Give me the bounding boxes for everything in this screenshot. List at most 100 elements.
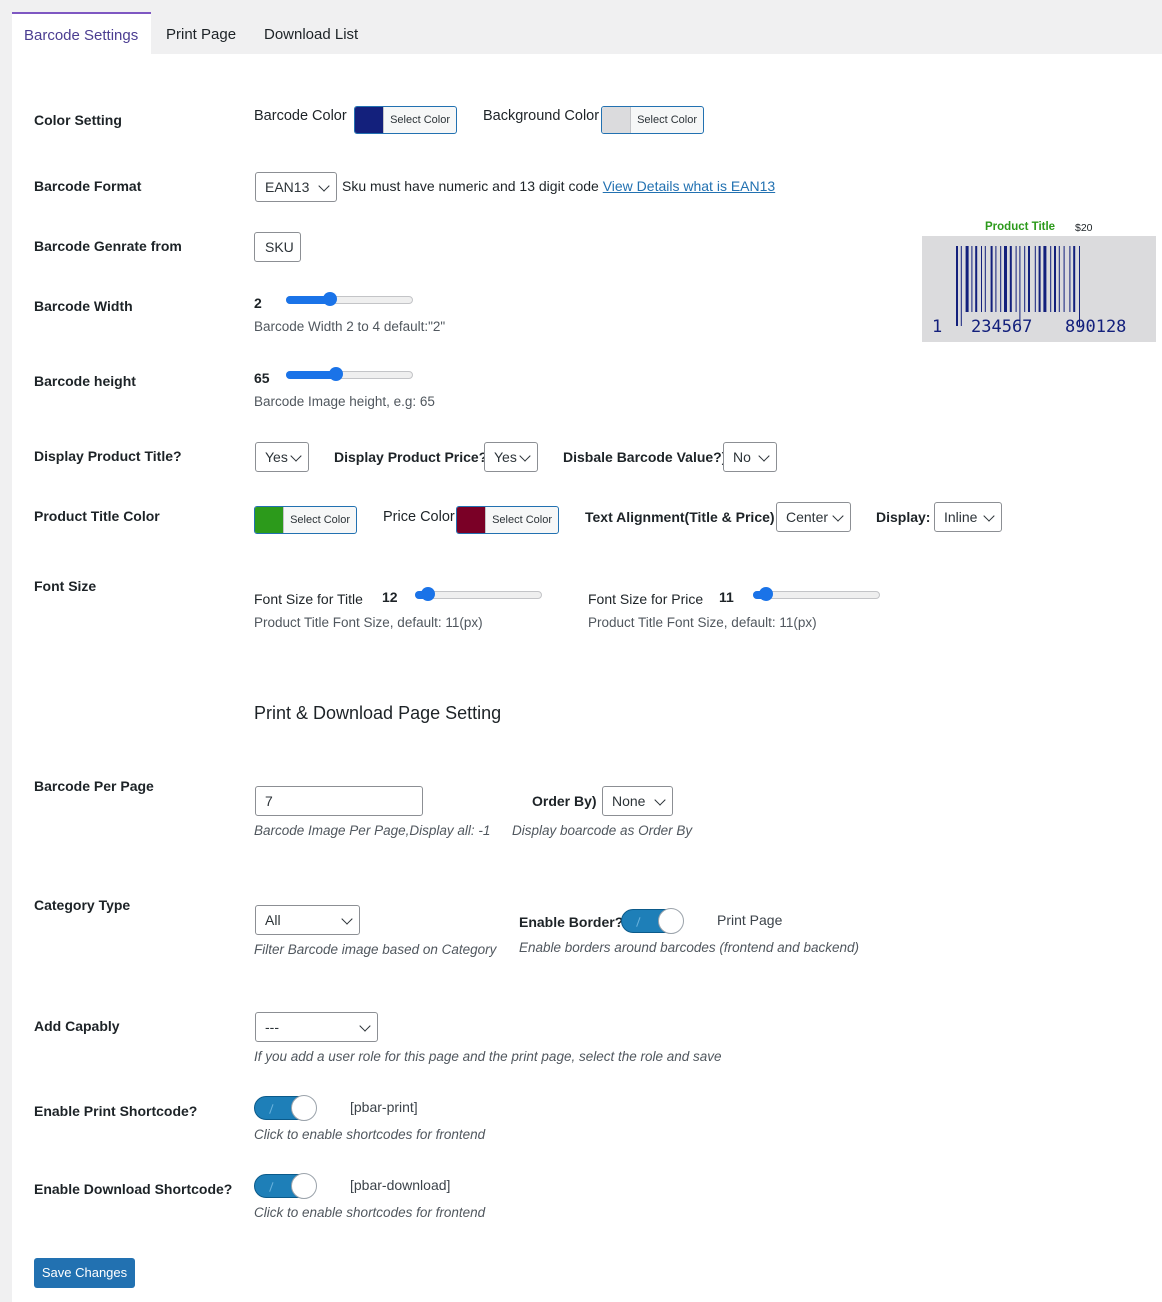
order-by-label: Order By) <box>532 793 597 809</box>
select-color-label: Select Color <box>637 114 697 126</box>
chevron-down-icon <box>341 913 353 925</box>
price-color-swatch <box>457 507 487 533</box>
price-font-size-label: Font Size for Price <box>588 591 704 607</box>
disable-barcode-value-select[interactable]: No <box>723 442 777 472</box>
ean13-details-link[interactable]: View Details what is EAN13 <box>603 178 775 194</box>
barcode-bar <box>1058 246 1060 312</box>
barcode-bar <box>1034 246 1036 312</box>
product-title-color-label: Product Title Color <box>34 508 160 524</box>
slider-thumb[interactable] <box>420 587 435 601</box>
preview-product-price: $20 <box>1075 222 1093 234</box>
title-color-button[interactable]: Select Color <box>254 506 357 534</box>
text-alignment-label: Text Alignment(Title & Price) <box>585 509 775 525</box>
barcode-width-slider[interactable] <box>286 288 413 312</box>
print-shortcode-label: Enable Print Shortcode? <box>34 1103 198 1119</box>
category-type-select[interactable]: All <box>255 905 360 935</box>
barcode-bar <box>1024 246 1026 312</box>
barcode-height-label: Barcode height <box>34 373 136 389</box>
display-title-label: Display Product Title? <box>34 448 182 464</box>
barcode-height-value: 65 <box>254 370 270 386</box>
barcode-width-label: Barcode Width <box>34 298 133 314</box>
barcode-color-label: Barcode Color <box>254 108 347 124</box>
barcode-height-desc: Barcode Image height, e.g: 65 <box>254 394 435 409</box>
title-font-size-label: Font Size for Title <box>254 591 363 607</box>
chevron-down-icon <box>359 1020 371 1032</box>
barcode-generate-value[interactable]: SKU <box>254 232 301 262</box>
background-color-button[interactable]: Select Color <box>601 106 704 134</box>
display-title-value: Yes <box>265 449 288 465</box>
barcode-bar <box>956 246 958 326</box>
barcode-per-page-desc: Barcode Image Per Page,Display all: -1 <box>254 823 491 838</box>
barcode-bar <box>1079 246 1080 326</box>
background-color-label: Background Color <box>483 108 600 124</box>
tab-print-page[interactable]: Print Page <box>166 12 236 54</box>
tab-barcode-settings[interactable]: Barcode Settings <box>12 12 151 55</box>
title-font-size-slider[interactable] <box>415 583 542 607</box>
barcode-bar <box>1009 246 1012 312</box>
select-color-label: Select Color <box>290 514 350 526</box>
display-price-label: Display Product Price? <box>334 449 488 465</box>
barcode-bar <box>1050 246 1052 312</box>
enable-border-toggle[interactable] <box>621 908 684 934</box>
barcode-bar <box>1019 246 1021 326</box>
title-font-size-value: 12 <box>382 589 398 605</box>
price-font-size-desc: Product Title Font Size, default: 11(px) <box>588 615 817 630</box>
save-changes-button[interactable]: Save Changes <box>34 1258 135 1288</box>
chevron-down-icon <box>758 450 770 462</box>
barcode-bar <box>984 246 986 312</box>
barcode-bar <box>975 246 978 312</box>
color-setting-label: Color Setting <box>34 112 122 128</box>
price-font-size-value: 11 <box>719 589 734 605</box>
display-title-select[interactable]: Yes <box>255 442 309 472</box>
chevron-down-icon <box>832 510 844 522</box>
print-shortcode-toggle[interactable] <box>254 1095 317 1121</box>
preview-digit-1: 1 <box>932 317 943 337</box>
barcode-color-button[interactable]: Select Color <box>354 106 457 134</box>
tab-download-list[interactable]: Download List <box>264 12 358 54</box>
barcode-height-slider[interactable] <box>286 363 413 387</box>
slider-thumb[interactable] <box>758 587 773 601</box>
text-alignment-select[interactable]: Center <box>776 502 851 532</box>
slider-thumb[interactable] <box>328 367 343 381</box>
preview-digits-3: 890128 <box>1065 317 1127 337</box>
display-mode-select[interactable]: Inline <box>934 502 1002 532</box>
title-color-swatch <box>255 507 285 533</box>
display-mode-label: Display: <box>876 509 931 525</box>
print-download-section-title: Print & Download Page Setting <box>254 703 502 723</box>
barcode-per-page-input[interactable]: 7 <box>255 786 423 816</box>
select-color-label: Select Color <box>492 514 552 526</box>
barcode-bar <box>965 246 969 312</box>
add-capability-select[interactable]: --- <box>255 1012 378 1042</box>
category-type-label: Category Type <box>34 897 131 913</box>
add-capability-desc: If you add a user role for this page and… <box>254 1049 722 1064</box>
display-price-select[interactable]: Yes <box>484 442 538 472</box>
price-font-size-slider[interactable] <box>753 583 880 607</box>
barcode-width-desc: Barcode Width 2 to 4 default:"2" <box>254 319 446 334</box>
add-capability-value: --- <box>265 1019 279 1035</box>
print-shortcode-desc: Click to enable shortcodes for frontend <box>254 1127 486 1142</box>
barcode-bar <box>971 246 973 312</box>
download-shortcode-label: Enable Download Shortcode? <box>34 1181 233 1197</box>
tab-bar: Barcode Settings Print Page Download Lis… <box>12 12 1162 55</box>
enable-border-note: Print Page <box>717 912 783 928</box>
barcode-format-select[interactable]: EAN13 <box>255 172 337 202</box>
enable-border-label: Enable Border? <box>519 914 624 930</box>
barcode-generate-label: Barcode Genrate from <box>34 238 182 254</box>
background-color-swatch <box>602 107 632 133</box>
chevron-down-icon <box>983 510 995 522</box>
download-shortcode-code: [pbar-download] <box>350 1177 451 1193</box>
add-capability-label: Add Capably <box>34 1018 120 1034</box>
barcode-preview: 1 234567 890128 <box>922 236 1156 342</box>
category-type-desc: Filter Barcode image based on Category <box>254 942 497 957</box>
download-shortcode-toggle[interactable] <box>254 1173 317 1199</box>
preview-digits-2: 234567 <box>971 317 1033 337</box>
display-price-value: Yes <box>494 449 517 465</box>
price-color-button[interactable]: Select Color <box>456 506 559 534</box>
barcode-color-swatch <box>355 107 385 133</box>
barcode-format-hint: Sku must have numeric and 13 digit code … <box>342 178 775 194</box>
order-by-select[interactable]: None <box>602 786 673 816</box>
toggle-knob <box>291 1095 317 1121</box>
barcode-bar <box>995 246 997 312</box>
barcode-bar <box>1015 246 1017 312</box>
chevron-down-icon <box>318 180 330 192</box>
